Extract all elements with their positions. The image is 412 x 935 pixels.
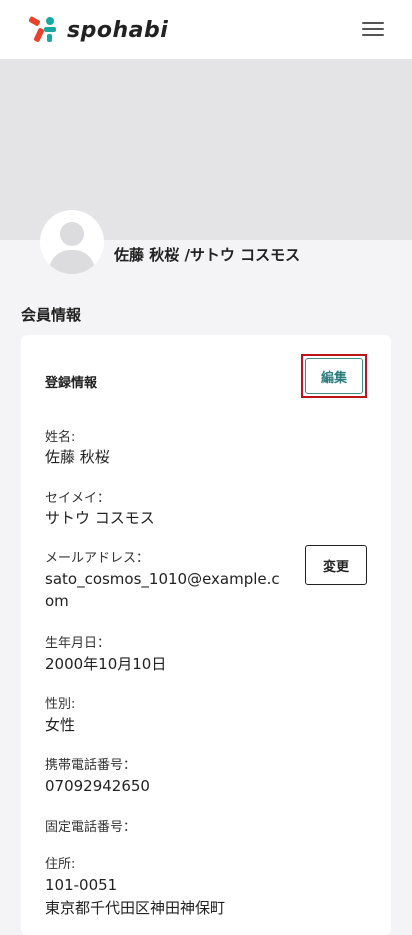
landline-label: 固定電話番号： [45,820,137,835]
user-avatar-icon [48,222,96,274]
logo-text: spohabi [67,17,169,43]
address-value: 東京都千代田区神田神保町 [45,899,226,917]
postal-code-value: 101-0051 [45,876,118,894]
card-title: 登録情報 [45,376,98,391]
gender-value: 女性 [45,716,76,734]
address-label: 住所: [45,857,76,872]
app-header: spohabi [0,0,412,60]
gender-label: 性別: [45,697,76,712]
email-value: sato_cosmos_1010@example.com [45,570,280,610]
birthday-label: 生年月日： [45,636,111,651]
mobile-label: 携帯電話番号： [45,758,137,773]
logo[interactable]: spohabi [27,14,168,46]
change-email-button[interactable]: 変更 [305,545,367,585]
name-value: 佐藤 秋桜 [45,448,110,466]
hamburger-menu-icon[interactable] [362,22,384,38]
spohabi-logo-icon [28,16,56,42]
name-label: 姓名: [45,430,76,445]
profile-name: 佐藤 秋桜 /サトウ コスモス [114,246,301,264]
kana-label: セイメイ： [45,491,111,506]
mobile-value: 07092942650 [45,777,150,795]
avatar [40,210,104,274]
section-title: 会員情報 [21,306,82,324]
edit-button[interactable]: 編集 [305,358,363,394]
birthday-value: 2000年10月10日 [45,655,167,673]
registration-card: 登録情報 編集 姓名: 佐藤 秋桜 セイメイ： サトウ コスモス メールアドレス… [21,335,391,935]
email-label: メールアドレス： [45,551,150,566]
kana-value: サトウ コスモス [45,509,155,527]
